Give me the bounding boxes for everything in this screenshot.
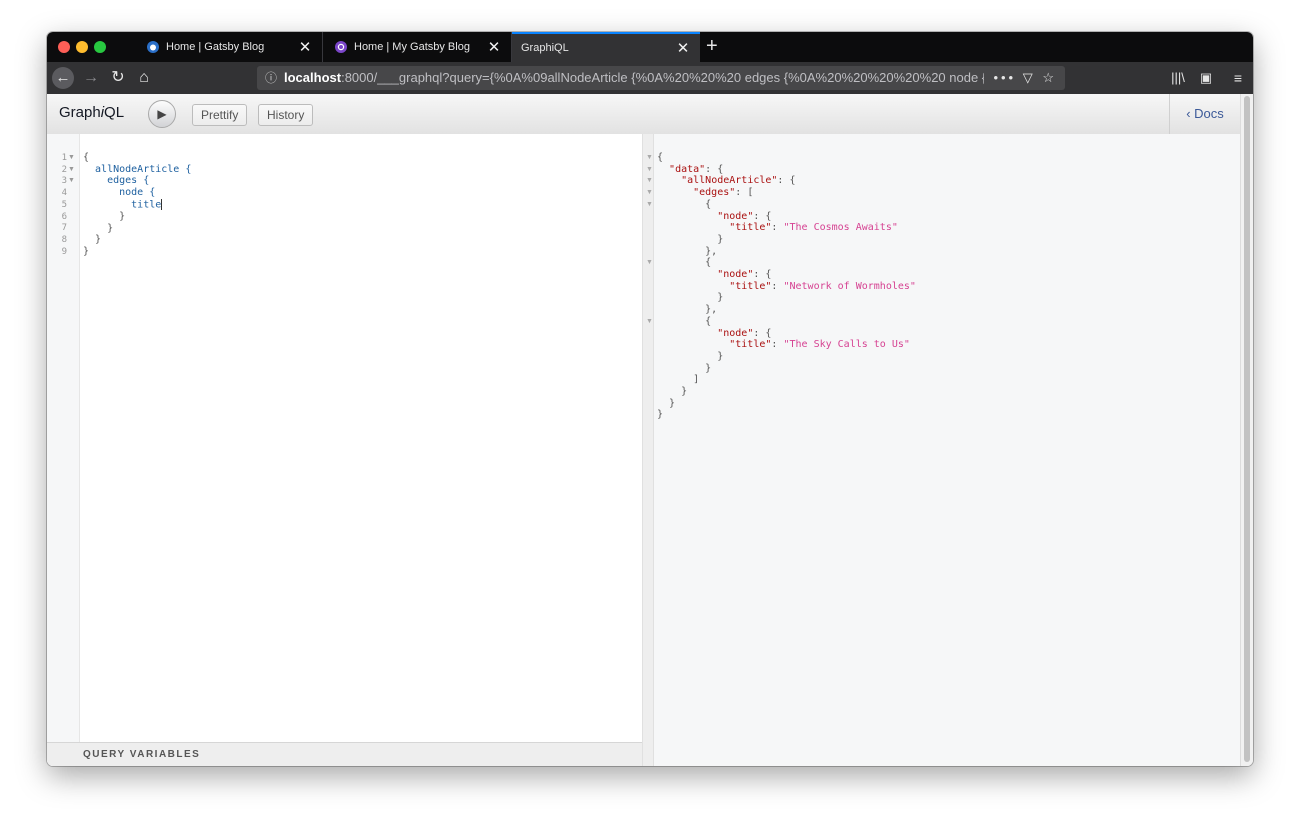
text-cursor — [161, 198, 163, 210]
library-icon[interactable]: |||\ — [1167, 62, 1189, 94]
fold-arrow-icon[interactable]: ▼ — [646, 166, 653, 173]
prettify-button[interactable]: Prettify — [192, 104, 248, 126]
back-arrow-icon[interactable]: ← — [52, 67, 74, 89]
forward-arrow-icon[interactable]: → — [80, 62, 102, 94]
tab-graphiql[interactable]: GraphiQL ✕ — [512, 32, 700, 62]
minimize-window-button[interactable] — [76, 41, 88, 53]
gatsby-favicon-icon — [335, 41, 347, 53]
chevron-left-icon: ‹ — [1186, 106, 1191, 121]
close-window-button[interactable] — [58, 41, 70, 53]
line-number: 6 — [61, 211, 67, 222]
code-line: node { — [83, 187, 156, 199]
pocket-icon[interactable]: ▽ — [1023, 70, 1036, 85]
result-title-value: Network of Wormholes — [789, 280, 910, 292]
nav-bar: ← → ↻ ⌂ ⓘ localhost:8000/___graphql?quer… — [47, 62, 1253, 94]
page-scrollbar[interactable] — [1240, 94, 1253, 766]
title-part: QL — [104, 104, 125, 121]
query-variables-label: QUERY VARIABLES — [83, 749, 201, 760]
info-icon[interactable]: ⓘ — [265, 66, 277, 90]
new-tab-button[interactable]: + — [706, 34, 718, 58]
code-line: } — [83, 234, 102, 246]
result-title-value: The Sky Calls to Us — [789, 339, 904, 351]
line-number: 7 — [61, 223, 67, 234]
history-button[interactable]: History — [258, 104, 314, 126]
docs-button[interactable]: ‹ Docs — [1169, 94, 1240, 134]
result-viewer: ▼ ▼ ▼ ▼ ▼ ▼ ▼ { "data": { "allNodeArticl… — [646, 134, 1240, 766]
url-actions: ••• ▽ ☆ — [993, 66, 1057, 90]
tab-title: Home | My Gatsby Blog — [354, 41, 470, 53]
reload-icon[interactable]: ↻ — [107, 62, 129, 94]
close-tab-icon[interactable]: ✕ — [485, 38, 503, 56]
query-variables-bar[interactable]: QUERY VARIABLES — [47, 742, 642, 766]
line-number: 5 — [61, 199, 67, 210]
tab-title: GraphiQL — [521, 42, 569, 54]
tab-strip: Home | Gatsby Blog ✕ Home | My Gatsby Bl… — [47, 32, 1253, 62]
graphiql-toolbar: GraphiQL ▶ Prettify History ‹ Docs — [47, 94, 1240, 135]
code-line: { — [83, 152, 90, 163]
home-icon[interactable]: ⌂ — [133, 62, 155, 94]
tab-home-gatsby-blog[interactable]: Home | Gatsby Blog ✕ — [135, 32, 323, 62]
sidebar-icon[interactable]: ▣ — [1195, 62, 1217, 94]
fold-arrow-icon[interactable]: ▼ — [68, 177, 75, 184]
scrollbar-thumb[interactable] — [1244, 96, 1250, 762]
fold-arrow-icon[interactable]: ▼ — [68, 166, 75, 173]
fold-arrow-icon[interactable]: ▼ — [646, 154, 653, 161]
more-icon[interactable]: ••• — [993, 70, 1016, 85]
fold-arrow-icon[interactable]: ▼ — [646, 259, 653, 266]
line-number: 8 — [61, 234, 67, 245]
tab-title: Home | Gatsby Blog — [166, 41, 265, 53]
query-code[interactable]: { allNodeArticle { edges { node { title … — [83, 152, 191, 258]
line-number: 9 — [61, 246, 67, 257]
fold-arrow-icon[interactable]: ▼ — [646, 177, 653, 184]
result-json: { "data": { "allNodeArticle": { "edges":… — [657, 152, 916, 421]
docs-label: Docs — [1194, 106, 1224, 121]
url-host: localhost — [284, 70, 342, 85]
pane-resize-handle[interactable] — [643, 134, 654, 766]
query-editor[interactable]: 1 2 3 4 5 6 7 8 9 ▼ ▼ ▼ { allNodeArticle… — [47, 134, 643, 766]
browser-window: Home | Gatsby Blog ✕ Home | My Gatsby Bl… — [47, 32, 1253, 766]
line-number-gutter: 1 2 3 4 5 6 7 8 9 ▼ ▼ ▼ — [47, 134, 80, 742]
fold-arrow-icon[interactable]: ▼ — [646, 318, 653, 325]
code-line: allNodeArticle { — [83, 163, 192, 175]
code-line: } — [83, 211, 126, 223]
drupal-favicon-icon — [147, 41, 159, 53]
play-icon: ▶ — [157, 107, 167, 121]
bookmark-star-icon[interactable]: ☆ — [1042, 70, 1057, 85]
line-number: 4 — [61, 188, 67, 199]
close-tab-icon[interactable]: ✕ — [296, 38, 314, 56]
fold-arrow-icon[interactable]: ▼ — [68, 154, 75, 161]
menu-icon[interactable]: ≡ — [1227, 62, 1249, 94]
fold-arrow-icon[interactable]: ▼ — [646, 189, 653, 196]
url-path: :8000/___graphql?query={%0A%09allNodeArt… — [341, 70, 984, 85]
code-line: edges { — [83, 175, 150, 187]
result-title-value: The Cosmos Awaits — [789, 222, 892, 234]
url-bar[interactable]: ⓘ localhost:8000/___graphql?query={%0A%0… — [257, 66, 1065, 90]
code-line: } — [83, 222, 114, 234]
line-number: 1 — [61, 153, 67, 163]
line-number: 3 — [61, 176, 67, 187]
line-number: 2 — [61, 164, 67, 175]
execute-query-button[interactable]: ▶ — [148, 100, 176, 128]
code-line: } — [83, 246, 90, 258]
fold-arrow-icon[interactable]: ▼ — [646, 201, 653, 208]
graphiql-title: GraphiQL — [59, 104, 124, 121]
code-line: title — [83, 199, 162, 211]
close-tab-icon[interactable]: ✕ — [674, 39, 692, 57]
url-text: localhost:8000/___graphql?query={%0A%09a… — [284, 66, 984, 90]
tab-home-my-gatsby-blog[interactable]: Home | My Gatsby Blog ✕ — [323, 32, 512, 62]
title-part: Graph — [59, 104, 101, 121]
zoom-window-button[interactable] — [94, 41, 106, 53]
